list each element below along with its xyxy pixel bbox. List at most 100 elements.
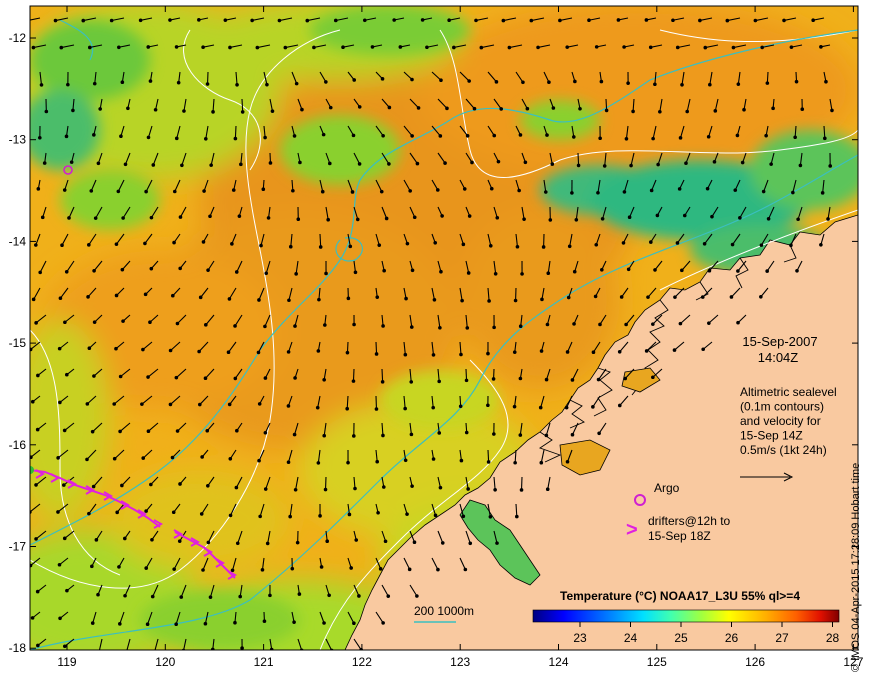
current-vector-head (439, 270, 443, 274)
current-vector-head (357, 594, 361, 598)
current-vector-head (467, 271, 471, 275)
current-vector-head (112, 402, 116, 406)
current-vector-head (381, 621, 385, 625)
current-vector-head (433, 298, 437, 302)
current-vector-head (288, 515, 292, 519)
current-vector-head (698, 19, 702, 23)
current-vector-head (323, 323, 327, 327)
current-vector-head (293, 134, 297, 138)
current-vector-head (224, 18, 228, 22)
current-vector-head (405, 512, 409, 516)
current-vector-head (679, 322, 683, 326)
current-vector-head (180, 163, 184, 167)
current-vector-head (592, 350, 596, 354)
colorbar-tick-label: 26 (725, 631, 739, 645)
current-vector-head (268, 594, 272, 598)
current-vector-head (264, 271, 268, 275)
current-vector-head (352, 434, 356, 438)
current-vector-head (517, 189, 521, 193)
current-vector-head (296, 217, 300, 221)
current-vector-head (437, 380, 441, 384)
current-vector-head (384, 539, 388, 543)
current-vector-head (415, 594, 419, 598)
current-vector-head (63, 429, 67, 433)
lat-tick-label: -17 (9, 540, 27, 554)
current-vector-head (257, 459, 261, 463)
current-vector-head (796, 217, 800, 221)
current-vector-head (736, 134, 740, 138)
current-vector-head (522, 217, 526, 221)
current-vector-head (754, 19, 758, 23)
current-vector-head (399, 45, 403, 49)
current-vector-head (575, 218, 579, 222)
current-vector-head (795, 269, 799, 273)
current-vector-head (324, 80, 328, 84)
current-vector-head (172, 510, 176, 514)
current-vector-head (800, 107, 804, 111)
current-vector-head (628, 215, 632, 219)
altimetry-line: 0.5m/s (1kt 24h) (740, 443, 827, 457)
current-vector-head (597, 431, 601, 435)
current-vector-head (598, 136, 602, 140)
current-vector-head (799, 164, 803, 168)
current-vector-head (741, 161, 745, 165)
current-vector-head (204, 323, 208, 327)
current-vector-head (58, 617, 62, 621)
current-vector-head (521, 81, 525, 85)
current-vector-head (322, 133, 326, 137)
current-vector-head (625, 137, 629, 141)
current-vector-head (731, 243, 735, 247)
current-vector-head (375, 460, 379, 464)
current-vector-head (432, 457, 436, 461)
current-vector-head (410, 484, 414, 488)
map-canvas: -12-13-14-15-16-17-18 119120121122123124… (0, 0, 880, 680)
current-vector-head (115, 294, 119, 298)
current-vector-head (316, 406, 320, 410)
current-vector (578, 153, 579, 165)
current-vector-head (376, 511, 380, 515)
current-vector-head (231, 568, 235, 572)
current-vector-head (267, 216, 271, 220)
current-vector-head (328, 162, 332, 166)
current-vector-head (352, 78, 356, 82)
current-vector-head (346, 351, 350, 355)
current-vector-head (828, 164, 832, 168)
current-vector-head (175, 376, 179, 380)
current-vector-head (289, 245, 293, 249)
current-vector-head (169, 403, 173, 407)
current-vector-head (410, 134, 414, 138)
current-vector-head (434, 514, 438, 518)
current-vector-head (256, 46, 260, 50)
current-vector-head (443, 161, 447, 165)
current-vector-head (445, 107, 449, 111)
current-vector-head (646, 295, 650, 299)
current-vector-head (119, 375, 123, 379)
current-vector-head (34, 483, 38, 487)
current-vector-head (175, 137, 179, 141)
current-vector-head (673, 295, 677, 299)
current-vector-head (539, 406, 543, 410)
current-vector (382, 369, 383, 382)
current-vector-head (473, 107, 477, 111)
current-vector-head (34, 321, 38, 325)
current-vector-head (536, 46, 540, 50)
current-vector-head (465, 326, 469, 330)
current-vector-head (649, 45, 653, 49)
current-vector-head (791, 191, 795, 195)
current-vector-head (264, 487, 268, 491)
current-vector-head (381, 434, 385, 438)
current-vector-head (182, 649, 186, 653)
current-vector-head (760, 46, 764, 50)
current-vector-head (701, 347, 705, 351)
current-vector-head (495, 541, 499, 545)
current-vector-head (708, 269, 712, 273)
current-vector-head (459, 353, 463, 357)
current-vector-head (233, 621, 237, 625)
current-vector-head (199, 296, 203, 300)
current-vector-head (179, 595, 183, 599)
current-vector-head (408, 189, 412, 193)
current-vector-head (645, 18, 649, 22)
current-vector-head (601, 217, 605, 221)
current-vector-head (234, 137, 238, 141)
current-vector-head (211, 648, 215, 652)
